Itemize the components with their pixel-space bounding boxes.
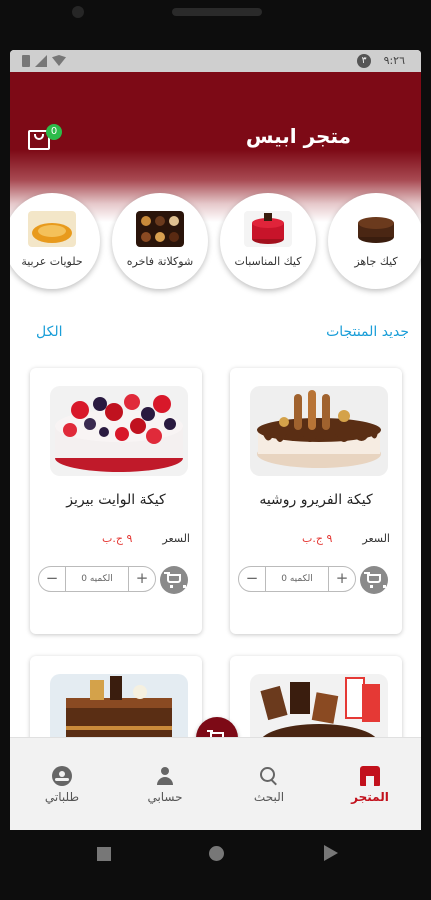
wifi-icon (52, 55, 66, 66)
recent-apps-button[interactable] (97, 847, 111, 861)
occasion-cake-image (244, 211, 292, 247)
increase-quantity-button[interactable]: + (329, 566, 355, 592)
cart-icon (164, 572, 186, 588)
person-icon (155, 766, 175, 786)
product-image-white-berries (50, 386, 188, 476)
earpiece-speaker (172, 8, 262, 16)
store-title: متجر ابيس (245, 124, 351, 148)
category-label: كيك جاهز (354, 255, 398, 268)
status-icons (22, 55, 66, 67)
nav-label: طلباتي (44, 790, 80, 804)
product-card[interactable]: كيكة الفريرو روشيه السعر ٩ ج.ب − الكميه … (230, 368, 402, 634)
nav-item-account[interactable]: حسابي (125, 766, 205, 804)
category-arabic-sweets[interactable]: حلويات عربية (10, 193, 100, 289)
category-strip: كيك جاهز كيك المناسبات شوكلاتة فاخره حلو… (10, 193, 421, 293)
front-camera (72, 6, 84, 18)
product-image-ferrero (250, 386, 388, 476)
price-label: السعر (362, 532, 390, 545)
quantity-input[interactable]: الكميه 0 (265, 567, 329, 591)
cart-count-badge: 0 (46, 124, 62, 140)
notification-badge: ٣ (357, 54, 371, 68)
category-occasion-cake[interactable]: كيك المناسبات (220, 193, 316, 289)
device-frame: ٣ ٩:٢٦ متجر ابيس 0 كيك جاهز كيك المناسبا… (0, 0, 431, 900)
home-button[interactable] (209, 846, 224, 861)
product-card[interactable]: كيكة الوايت بيريز السعر ٩ ج.ب − الكميه 0… (30, 368, 202, 634)
product-price: ٩ ج.ب (302, 532, 333, 545)
decrease-quantity-button[interactable]: − (39, 566, 65, 592)
category-luxury-chocolate[interactable]: شوكلاتة فاخره (112, 193, 208, 289)
add-to-cart-button[interactable] (360, 566, 388, 594)
system-navigation-bar (0, 830, 431, 900)
quantity-stepper: − الكميه 0 + (38, 566, 156, 592)
ready-cake-image (352, 211, 400, 247)
category-label: حلويات عربية (21, 255, 83, 268)
decrease-quantity-button[interactable]: − (239, 566, 265, 592)
luxury-chocolate-image (136, 211, 184, 247)
quantity-input[interactable]: الكميه 0 (65, 567, 129, 591)
nav-label: المتجر (351, 790, 389, 804)
quantity-stepper: − الكميه 0 + (238, 566, 356, 592)
new-products-title: جديد المنتجات (326, 324, 409, 340)
app-screen: ٣ ٩:٢٦ متجر ابيس 0 كيك جاهز كيك المناسبا… (10, 50, 421, 830)
nav-item-store[interactable]: المتجر (330, 766, 410, 804)
nav-item-orders[interactable]: طلباتي (22, 766, 102, 804)
nav-item-search[interactable]: البحث (229, 766, 309, 804)
cart-icon (364, 572, 386, 588)
back-button[interactable] (324, 845, 338, 861)
category-label: شوكلاتة فاخره (126, 255, 194, 268)
cart-button[interactable]: 0 (26, 124, 62, 152)
increase-quantity-button[interactable]: + (129, 566, 155, 592)
product-price: ٩ ج.ب (102, 532, 133, 545)
add-to-cart-button[interactable] (160, 566, 188, 594)
price-label: السعر (162, 532, 190, 545)
nav-label: البحث (253, 790, 285, 804)
product-name: كيكة الفريرو روشيه (259, 492, 373, 508)
store-icon (360, 766, 380, 786)
battery-icon (22, 55, 30, 67)
see-all-link[interactable]: الكل (36, 324, 63, 340)
signal-icon (35, 55, 47, 67)
orders-icon (52, 766, 72, 786)
bottom-navigation: المتجر البحث حسابي طلباتي (10, 737, 421, 830)
status-bar: ٣ ٩:٢٦ (10, 50, 421, 72)
product-name: كيكة الوايت بيريز (66, 492, 166, 508)
status-time: ٩:٢٦ (383, 54, 405, 67)
category-label: كيك المناسبات (234, 255, 302, 268)
search-icon (259, 766, 279, 786)
arabic-sweets-image (28, 211, 76, 247)
category-ready-cake[interactable]: كيك جاهز (328, 193, 421, 289)
nav-label: حسابي (147, 790, 183, 804)
